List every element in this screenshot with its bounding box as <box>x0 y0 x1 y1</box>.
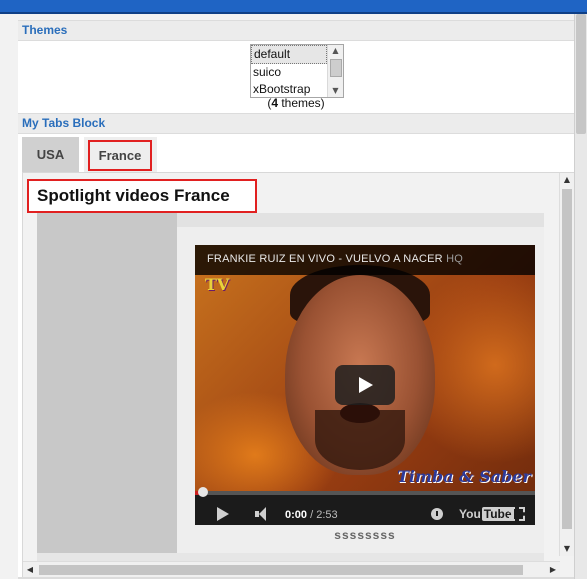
theme-count: (4 themes) <box>250 96 342 110</box>
themes-block-title: Themes <box>22 23 68 37</box>
tabs-block-header: My Tabs Block <box>18 113 575 134</box>
theme-option-default[interactable]: default <box>251 45 327 64</box>
clock-hand <box>436 511 438 516</box>
youtube-video-player[interactable]: TV Timba & Saber FRANKIE RUIZ EN VIVO - … <box>195 245 535 525</box>
theme-select-scroll-thumb[interactable] <box>330 59 342 77</box>
video-progress-bar[interactable] <box>195 491 535 495</box>
spotlight-top-strip <box>177 213 544 227</box>
play-button[interactable] <box>335 365 395 405</box>
scroll-up-arrow-icon[interactable]: ▲ <box>328 45 343 57</box>
video-watermark: Timba & Saber <box>397 467 531 486</box>
panel-scroll-up-icon[interactable]: ▲ <box>560 173 574 187</box>
fullscreen-icon[interactable] <box>509 507 525 521</box>
spotlight-title: Spotlight videos France <box>27 179 257 213</box>
left-margin <box>0 20 18 579</box>
video-progress-knob[interactable] <box>198 487 208 497</box>
panel-vertical-scroll-thumb[interactable] <box>562 189 572 529</box>
panel-scroll-right-icon[interactable]: ▶ <box>546 562 560 578</box>
panel-scroll-left-icon[interactable]: ◀ <box>23 562 37 578</box>
theme-count-number: 4 <box>271 96 278 110</box>
theme-count-label: themes) <box>278 96 325 110</box>
video-quality-label: HQ <box>446 253 463 265</box>
video-thumbnail-mouth <box>340 403 380 423</box>
channel-logo: TV <box>205 275 230 294</box>
panel-vertical-scrollbar[interactable]: ▲ ▼ <box>559 173 574 556</box>
browser-top-bar <box>0 0 587 14</box>
video-title-bar[interactable]: FRANKIE RUIZ EN VIVO - VUELVO A NACER HQ <box>195 245 535 275</box>
spotlight-left-column <box>37 213 177 553</box>
youtube-logo-you: You <box>459 507 481 521</box>
themes-block-header: Themes <box>18 20 575 41</box>
tab-usa[interactable]: USA <box>22 137 79 172</box>
video-duration: / 2:53 <box>307 509 338 521</box>
tabs-bar: USA France <box>22 137 157 172</box>
tabs-block-title: My Tabs Block <box>22 116 106 130</box>
theme-select-scrollbar[interactable]: ▲ ▼ <box>327 45 343 97</box>
video-caption: ssssssss <box>334 528 396 542</box>
video-title-text[interactable]: FRANKIE RUIZ EN VIVO - VUELVO A NACER <box>207 253 443 265</box>
play-icon <box>359 377 373 393</box>
page-vertical-scroll-thumb[interactable] <box>576 14 586 134</box>
volume-icon-cone <box>259 507 266 521</box>
youtube-logo[interactable]: You Tube <box>459 507 514 521</box>
theme-select-list[interactable]: default suico xBootstrap ▲ ▼ <box>250 44 344 98</box>
panel-scroll-down-icon[interactable]: ▼ <box>560 542 574 556</box>
tab-france-label[interactable]: France <box>88 140 152 171</box>
page-content: Themes default suico xBootstrap ▲ ▼ (4 t… <box>18 20 575 579</box>
volume-icon[interactable] <box>255 507 267 521</box>
video-title[interactable]: FRANKIE RUIZ EN VIVO - VUELVO A NACER HQ <box>207 253 463 265</box>
control-play-icon[interactable] <box>217 507 229 521</box>
video-current-time: 0:00 <box>285 509 308 521</box>
panel-horizontal-scroll-thumb[interactable] <box>39 565 523 575</box>
panel-horizontal-scrollbar[interactable]: ◀ ▶ <box>23 561 560 578</box>
tab-france[interactable]: France <box>84 137 157 172</box>
video-time: 0:00 / 2:53 <box>285 509 338 521</box>
